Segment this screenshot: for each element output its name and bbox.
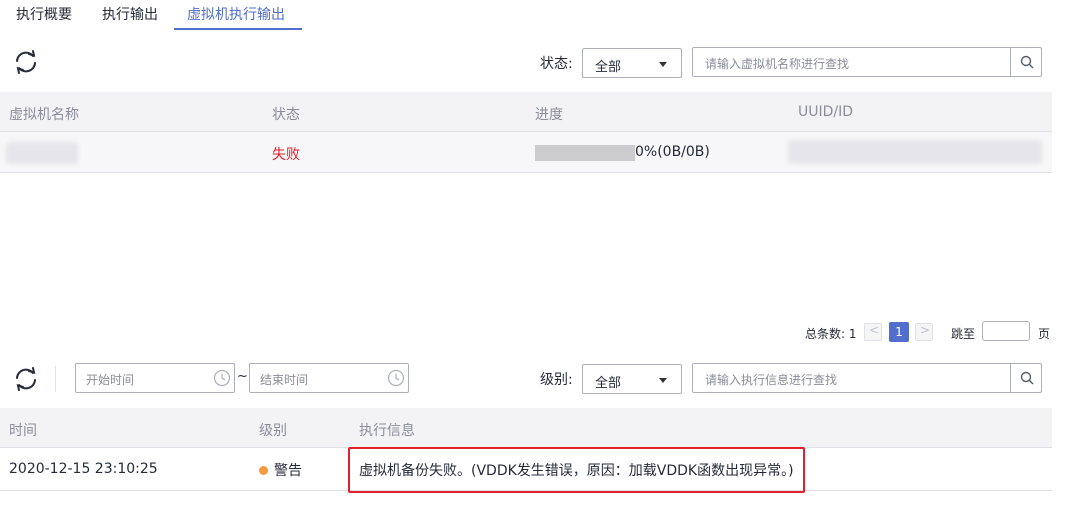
log-search-placeholder: 请输入执行信息进行查找 (705, 373, 838, 387)
log-level: 警告 (274, 463, 302, 479)
column-header-status: 状态 (272, 107, 300, 123)
error-highlight-box (348, 447, 805, 493)
status-select[interactable]: 全部 (582, 48, 682, 78)
level-select[interactable]: 全部 (582, 364, 682, 394)
log-time: 2020-12-15 23:10:25 (9, 461, 158, 477)
status-select-value: 全部 (595, 60, 622, 75)
vm-search-input[interactable]: 请输入虚拟机名称进行查找 (692, 47, 1042, 77)
page-number-1[interactable]: 1 (889, 322, 909, 342)
tab-execution-output[interactable]: 执行输出 (102, 4, 158, 24)
log-refresh-icon[interactable] (13, 366, 39, 392)
search-icon (1020, 55, 1034, 69)
level-select-value: 全部 (595, 376, 622, 391)
clock-icon (387, 369, 405, 387)
level-filter-label: 级别: (540, 372, 573, 388)
clock-icon (213, 369, 231, 387)
column-header-level: 级别 (259, 423, 287, 439)
next-page-label: > (920, 323, 931, 337)
progress-bar (535, 145, 635, 161)
active-tab-indicator (174, 28, 302, 30)
page-unit-label: 页 (1038, 327, 1051, 341)
end-time-placeholder: 结束时间 (260, 373, 309, 387)
date-range-separator: ~ (237, 369, 248, 384)
warning-status-dot (259, 466, 268, 475)
start-time-input[interactable]: 开始时间 (75, 363, 235, 393)
progress-text: 0%(0B/0B) (635, 144, 710, 160)
table-row[interactable]: 失败 0%(0B/0B) (0, 132, 1052, 173)
log-search-input[interactable]: 请输入执行信息进行查找 (692, 363, 1042, 393)
tab-bar: 执行概要 执行输出 虚拟机执行输出 (0, 0, 1069, 30)
end-time-input[interactable]: 结束时间 (249, 363, 409, 393)
redacted-uuid (788, 140, 1042, 164)
redacted-vm-name (6, 142, 78, 164)
chevron-down-icon (659, 378, 667, 383)
column-header-time: 时间 (9, 423, 37, 439)
column-header-uuid: UUID/ID (798, 104, 854, 120)
jump-to-label: 跳至 (951, 327, 976, 341)
prev-page-label: < (869, 323, 880, 337)
column-header-progress: 进度 (535, 107, 563, 123)
status-filter-label: 状态: (540, 56, 573, 72)
search-icon (1020, 371, 1034, 385)
tab-vm-execution-output[interactable]: 虚拟机执行输出 (187, 4, 285, 24)
page-jump-input[interactable] (982, 321, 1030, 341)
vm-search-placeholder: 请输入虚拟机名称进行查找 (705, 57, 850, 71)
tab-execution-summary[interactable]: 执行概要 (16, 4, 72, 24)
total-count: 总条数: 1 (805, 327, 857, 341)
next-page-button[interactable]: > (915, 323, 933, 341)
log-search-button[interactable] (1010, 364, 1041, 392)
refresh-icon[interactable] (13, 49, 39, 75)
chevron-down-icon (659, 62, 667, 67)
vm-table-header: 虚拟机名称 状态 进度 UUID/ID (0, 92, 1052, 132)
toolbar-divider (55, 366, 56, 392)
log-table-header: 时间 级别 执行信息 (0, 408, 1052, 448)
vm-search-button[interactable] (1010, 48, 1041, 76)
column-header-message: 执行信息 (359, 423, 415, 439)
start-time-placeholder: 开始时间 (86, 373, 135, 387)
prev-page-button[interactable]: < (864, 323, 882, 341)
vm-status: 失败 (272, 147, 300, 163)
column-header-vm-name: 虚拟机名称 (9, 107, 79, 123)
